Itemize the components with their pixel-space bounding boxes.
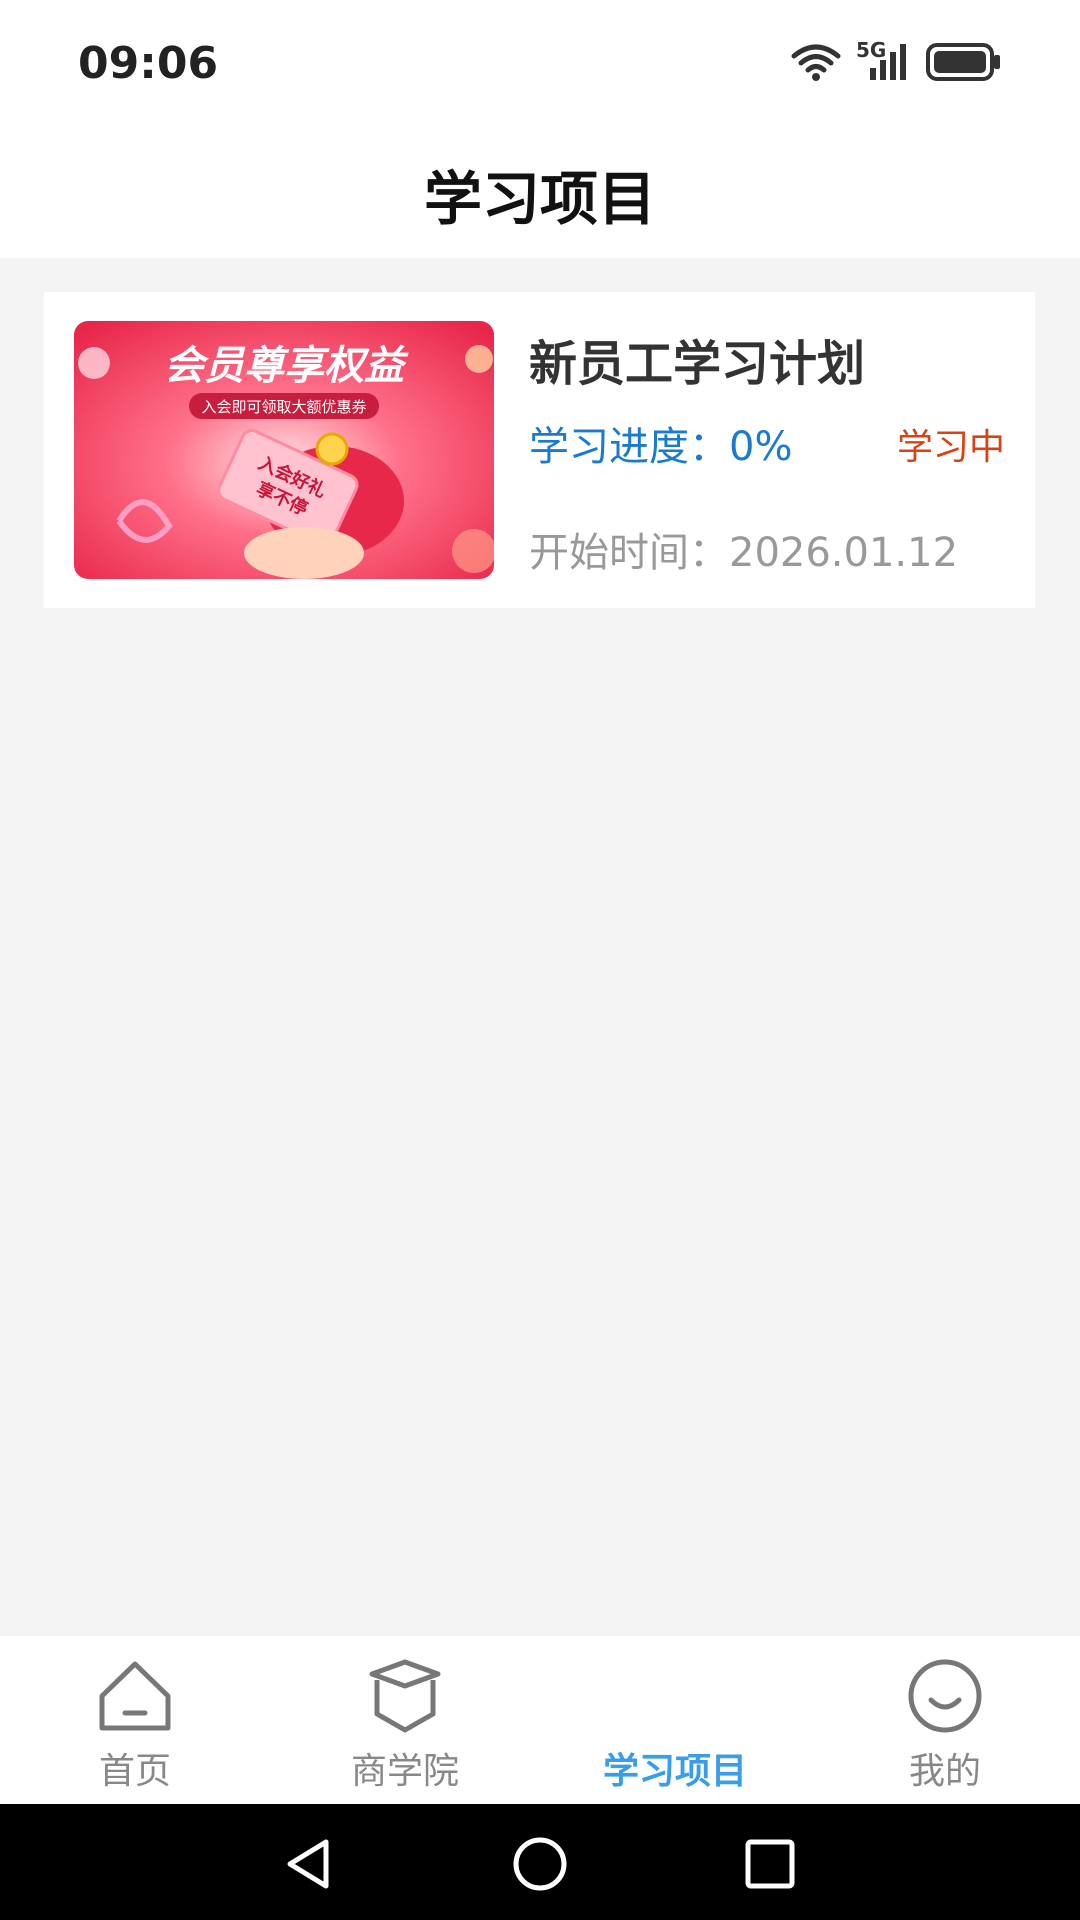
signal-icon: 5G [856,38,912,84]
status-time: 09:06 [78,38,219,89]
project-banner-image: 会员尊享权益 入会即可领取大额优惠券 入会好礼 享不停 [74,321,494,579]
banner-headline: 会员尊享权益 [164,343,409,389]
tab-projects-label: 学习项目 [602,1751,747,1792]
tab-projects[interactable]: 学习项目 [540,1636,810,1804]
home-circle-icon[interactable] [510,1834,570,1894]
project-title: 新员工学习计划 [529,336,866,392]
tab-academy[interactable]: 商学院 [270,1636,540,1804]
status-icons: 5G [790,38,1002,84]
page-header: 学习项目 [0,130,1080,258]
project-card[interactable]: 会员尊享权益 入会即可领取大额优惠券 入会好礼 享不停 新员工学习计划 学习进度… [44,292,1035,608]
progress-label: 学习进度：0% [529,424,793,470]
tab-mine[interactable]: 我的 [810,1636,1080,1804]
recents-icon[interactable] [740,1834,800,1894]
status-badge: 学习中 [896,427,1005,468]
system-nav-bar [0,1804,1080,1920]
status-bar: 09:06 5G [0,0,1080,130]
tab-mine-label: 我的 [908,1751,981,1792]
tab-academy-label: 商学院 [350,1751,459,1792]
tab-home[interactable]: 首页 [0,1636,270,1804]
smile-icon [908,1659,982,1733]
battery-icon [926,43,1000,81]
bottom-tab-bar: 首页 商学院 学习项目 我的 [0,1636,1080,1804]
banner-subline: 入会即可领取大额优惠券 [201,398,366,416]
home-icon [99,1661,171,1731]
academy-icon [369,1659,441,1733]
wifi-icon [791,44,841,81]
back-icon[interactable] [280,1834,340,1894]
tab-home-label: 首页 [98,1751,171,1792]
page-title: 学习项目 [423,165,656,233]
start-time: 开始时间：2026.01.12 [529,530,959,576]
